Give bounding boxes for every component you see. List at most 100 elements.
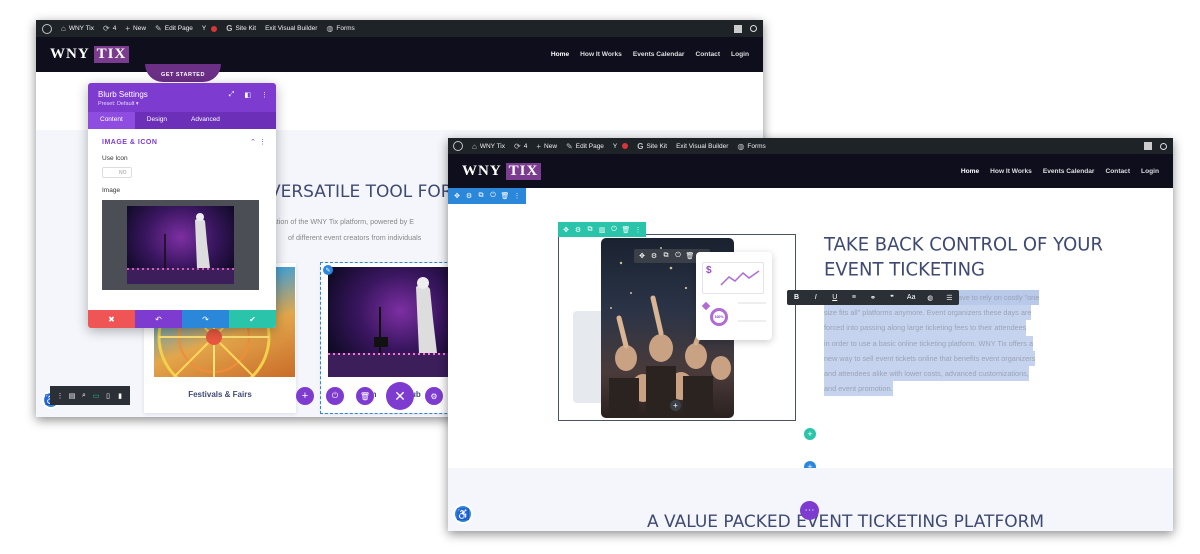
get-started-button[interactable]: GET STARTED bbox=[145, 64, 221, 82]
more-options-icon[interactable]: ⋮ bbox=[261, 91, 268, 99]
close-builder-button[interactable]: ✕ bbox=[386, 382, 414, 410]
row-settings-icon[interactable]: ⚙ bbox=[572, 226, 584, 234]
delete-icon[interactable]: 🗑 bbox=[620, 226, 632, 234]
nav-contact[interactable]: Contact bbox=[696, 51, 721, 58]
site-kit-link[interactable]: G Site Kit bbox=[637, 142, 667, 151]
avatar[interactable] bbox=[734, 24, 742, 33]
nav-how-it-works[interactable]: How It Works bbox=[990, 168, 1032, 175]
save-button[interactable]: ✔ bbox=[229, 310, 276, 328]
yoast-icon[interactable]: Y bbox=[613, 143, 617, 150]
edit-page-link[interactable]: ✎ Edit Page bbox=[566, 142, 604, 151]
phone-view-icon[interactable]: ▮ bbox=[114, 392, 126, 400]
section-more-icon[interactable]: ⋮ bbox=[259, 138, 266, 146]
site-name-link[interactable]: ⌂ WNY Tix bbox=[61, 24, 94, 33]
move-icon[interactable]: ✥ bbox=[636, 252, 648, 260]
split-view-icon[interactable]: ◧ bbox=[244, 91, 251, 99]
yoast-icon[interactable]: Y bbox=[202, 25, 206, 32]
trash-icon[interactable]: 🗑 bbox=[356, 387, 374, 405]
save-library-icon[interactable]: ⏻ bbox=[672, 252, 684, 260]
section-settings-icon[interactable]: ⚙ bbox=[463, 192, 475, 200]
tab-design[interactable]: Design bbox=[135, 112, 179, 129]
site-logo[interactable]: WNY TIX bbox=[462, 162, 542, 180]
nav-events-calendar[interactable]: Events Calendar bbox=[633, 51, 685, 58]
forms-link[interactable]: ◍ Forms bbox=[326, 24, 354, 33]
undo-button[interactable]: ↶ bbox=[135, 310, 182, 328]
trend-line-graphic bbox=[720, 270, 760, 286]
delete-icon[interactable]: 🗑 bbox=[499, 192, 511, 200]
main-nav: Home How It Works Events Calendar Contac… bbox=[551, 51, 749, 58]
redo-button[interactable]: ↷ bbox=[182, 310, 229, 328]
delete-icon[interactable]: 🗑 bbox=[684, 252, 696, 260]
nav-how-it-works[interactable]: How It Works bbox=[580, 51, 622, 58]
align-icon[interactable]: ≡ bbox=[844, 294, 863, 301]
quote-icon[interactable]: ❞ bbox=[883, 294, 902, 302]
toolbar-more-icon[interactable]: ⋮ bbox=[54, 392, 66, 400]
move-icon[interactable]: ✥ bbox=[560, 226, 572, 234]
tablet-view-icon[interactable]: ▯ bbox=[102, 392, 114, 400]
search-icon[interactable] bbox=[750, 25, 757, 32]
chevron-up-icon[interactable]: ⌃ bbox=[250, 138, 256, 146]
image-upload-preview[interactable] bbox=[102, 200, 259, 290]
zoom-icon[interactable]: ⌕ bbox=[78, 392, 90, 400]
row-more-icon[interactable]: ⋮ bbox=[632, 226, 644, 234]
exit-visual-builder-link[interactable]: Exit Visual Builder bbox=[265, 25, 317, 32]
discard-button[interactable]: ✖ bbox=[88, 310, 135, 328]
duplicate-icon[interactable]: ⧉ bbox=[660, 252, 672, 260]
nav-login[interactable]: Login bbox=[1141, 168, 1159, 175]
preset-dropdown[interactable]: Preset: Default ▾ bbox=[98, 101, 266, 107]
add-row-button[interactable]: + bbox=[804, 428, 816, 440]
site-logo[interactable]: WNY TIX bbox=[50, 46, 130, 63]
wordpress-logo-icon[interactable] bbox=[42, 23, 52, 34]
avatar[interactable] bbox=[1144, 142, 1152, 150]
tab-advanced[interactable]: Advanced bbox=[179, 112, 232, 129]
save-library-icon[interactable]: ⏻ bbox=[608, 226, 620, 234]
text-color-icon[interactable]: ◍ bbox=[921, 294, 940, 302]
body-text-selected[interactable]: ave to rely on costly "one size fits all… bbox=[824, 290, 1040, 397]
settings-icon[interactable]: ⚙ bbox=[425, 387, 443, 405]
tag-icon bbox=[701, 301, 711, 311]
use-icon-toggle[interactable]: NO bbox=[102, 167, 132, 178]
tab-content[interactable]: Content bbox=[88, 112, 135, 129]
duplicate-icon[interactable]: ⧉ bbox=[475, 192, 487, 200]
wireframe-icon[interactable]: ▤ bbox=[66, 392, 78, 400]
module-settings-icon[interactable]: ⚙ bbox=[648, 252, 660, 260]
nav-events-calendar[interactable]: Events Calendar bbox=[1043, 168, 1095, 175]
list-icon[interactable]: ☰ bbox=[940, 294, 959, 302]
page-settings-button[interactable]: ⋯ bbox=[800, 501, 819, 520]
plus-icon: + bbox=[125, 24, 131, 33]
site-kit-link[interactable]: G Site Kit bbox=[226, 24, 256, 33]
image-thumbnail bbox=[127, 206, 234, 284]
link-icon[interactable]: ⚭ bbox=[863, 294, 882, 302]
new-link[interactable]: + New bbox=[125, 24, 146, 33]
updates-link[interactable]: ⟳ 4 bbox=[514, 142, 527, 151]
add-module-button[interactable]: + bbox=[296, 387, 314, 405]
desktop-view-icon[interactable]: ▭ bbox=[90, 392, 102, 400]
fullscreen-icon[interactable]: ⤢ bbox=[229, 91, 235, 99]
site-name-link[interactable]: ⌂ WNY Tix bbox=[472, 142, 505, 151]
updates-link[interactable]: ⟳ 4 bbox=[103, 24, 116, 33]
bold-icon[interactable]: B bbox=[787, 294, 806, 301]
portability-icon[interactable]: ⏻ bbox=[326, 387, 344, 405]
font-size-icon[interactable]: Aa bbox=[902, 294, 921, 301]
forms-link[interactable]: ◍ Forms bbox=[737, 142, 765, 151]
move-icon[interactable]: ✥ bbox=[451, 192, 463, 200]
module-edit-icon[interactable]: ✎ bbox=[323, 265, 333, 275]
nav-contact[interactable]: Contact bbox=[1106, 168, 1131, 175]
nav-login[interactable]: Login bbox=[731, 51, 749, 58]
accessibility-icon[interactable]: ♿ bbox=[453, 504, 473, 524]
nav-home[interactable]: Home bbox=[551, 51, 569, 58]
add-module-icon[interactable]: + bbox=[670, 400, 681, 411]
exit-visual-builder-link[interactable]: Exit Visual Builder bbox=[676, 143, 728, 150]
save-library-icon[interactable]: ⏻ bbox=[487, 192, 499, 200]
nav-home[interactable]: Home bbox=[961, 168, 979, 175]
new-link[interactable]: + New bbox=[536, 142, 557, 151]
search-icon[interactable] bbox=[1160, 142, 1167, 150]
underline-icon[interactable]: U bbox=[825, 294, 844, 301]
duplicate-icon[interactable]: ⧉ bbox=[584, 226, 596, 234]
columns-icon[interactable]: ▥ bbox=[596, 226, 608, 234]
edit-page-link[interactable]: ✎ Edit Page bbox=[155, 24, 193, 33]
section-title[interactable]: IMAGE & ICON bbox=[102, 139, 262, 146]
wordpress-logo-icon[interactable] bbox=[453, 141, 463, 151]
italic-icon[interactable]: I bbox=[806, 294, 825, 301]
section-more-icon[interactable]: ⋮ bbox=[511, 192, 523, 200]
